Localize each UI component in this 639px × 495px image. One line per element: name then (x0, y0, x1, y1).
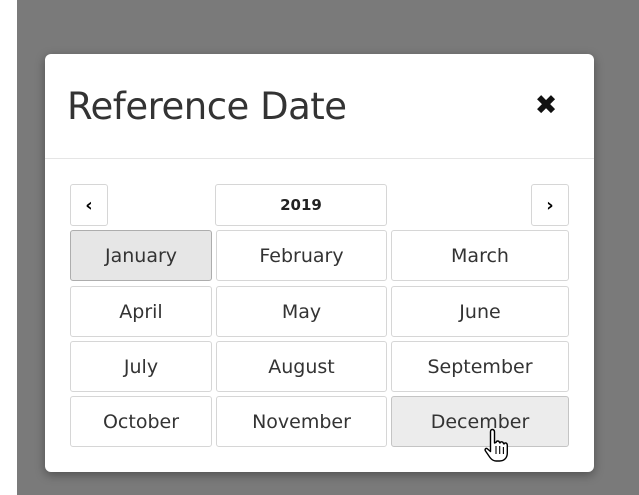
month-october-button[interactable]: October (70, 396, 212, 447)
month-april-button[interactable]: April (70, 286, 212, 337)
hand-pointer-icon (484, 428, 508, 462)
month-may-button[interactable]: May (216, 286, 387, 337)
month-september-button[interactable]: September (391, 341, 569, 392)
dialog-title: Reference Date (67, 85, 347, 128)
chevron-left-icon[interactable]: ‹ (70, 184, 108, 226)
month-june-button[interactable]: June (391, 286, 569, 337)
month-february-button[interactable]: February (216, 230, 387, 281)
month-march-button[interactable]: March (391, 230, 569, 281)
year-switch-button[interactable]: 2019 (215, 184, 387, 226)
chevron-right-icon[interactable]: › (531, 184, 569, 226)
month-january-button[interactable]: January (70, 230, 212, 281)
month-december-button[interactable]: December (391, 396, 569, 447)
close-icon[interactable]: ✖ (529, 87, 563, 125)
month-july-button[interactable]: July (70, 341, 212, 392)
dialog-header: Reference Date ✖ (45, 54, 594, 159)
month-august-button[interactable]: August (216, 341, 387, 392)
month-november-button[interactable]: November (216, 396, 387, 447)
